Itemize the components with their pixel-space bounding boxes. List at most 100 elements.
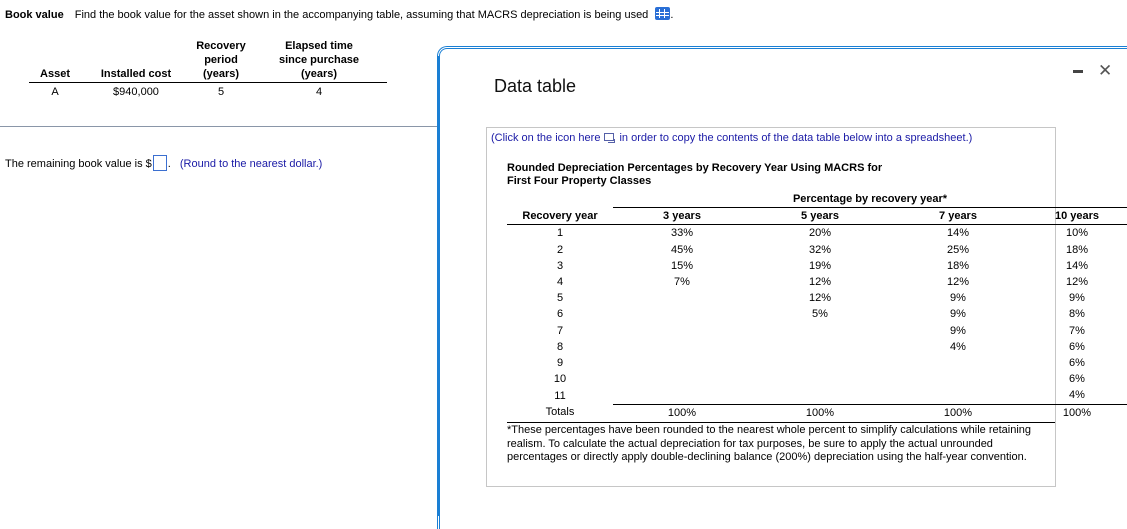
cell-percentage: 45% bbox=[670, 243, 694, 256]
copy-note-before: (Click on the icon here bbox=[491, 132, 601, 144]
copy-to-spreadsheet-icon[interactable] bbox=[604, 133, 616, 143]
question-prompt: Find the book value for the asset shown … bbox=[74, 9, 649, 21]
cell-percentage: 12% bbox=[1065, 276, 1089, 289]
cell-percentage: 10% bbox=[1065, 227, 1089, 240]
header-line: (years) bbox=[202, 68, 240, 80]
cell-percentage: 4% bbox=[1069, 389, 1085, 402]
cell-percentage: 32% bbox=[808, 243, 832, 256]
popup-scrollbar[interactable] bbox=[437, 56, 439, 516]
cell-percentage: 18% bbox=[1065, 243, 1089, 256]
footnote: *These percentages have been rounded to … bbox=[507, 422, 1055, 465]
cell-recovery-period: 5 bbox=[217, 86, 225, 98]
cell-percentage bbox=[889, 371, 1027, 387]
table-row: 7 9% 7% bbox=[507, 323, 1127, 339]
header-3-years: 3 years bbox=[613, 207, 751, 226]
cell-percentage: 7% bbox=[1069, 324, 1085, 337]
answer-prefix: The remaining book value is $ bbox=[5, 158, 152, 170]
table-row: 4 7% 12% 12% 12% bbox=[507, 274, 1127, 290]
cell-recovery-year: 2 bbox=[556, 243, 564, 256]
table-row: 2 45% 32% 25% 18% bbox=[507, 242, 1127, 258]
header-line: Elapsed time bbox=[285, 40, 353, 52]
table-row: 1 33% 20% 14% 10% bbox=[507, 225, 1127, 242]
cell-percentage bbox=[613, 355, 751, 371]
cell-percentage: 20% bbox=[808, 227, 832, 240]
table-row: 3 15% 19% 18% 14% bbox=[507, 258, 1127, 274]
cell-percentage bbox=[751, 339, 889, 355]
cell-percentage: 18% bbox=[946, 259, 970, 272]
table-row: 8 4% 6% bbox=[507, 339, 1127, 355]
cell-percentage: 25% bbox=[946, 243, 970, 256]
cell-percentage bbox=[613, 306, 751, 322]
table-row: 6 5% 9% 8% bbox=[507, 306, 1127, 322]
cell-recovery-year: 7 bbox=[556, 324, 564, 337]
table-row: 9 6% bbox=[507, 355, 1127, 371]
cell-recovery-year: 10 bbox=[553, 373, 567, 386]
prompt-period: . bbox=[670, 9, 674, 21]
total-7-years: 100% bbox=[889, 403, 1027, 421]
cell-percentage: 12% bbox=[808, 276, 832, 289]
cell-percentage: 12% bbox=[946, 276, 970, 289]
totals-row: Totals 100% 100% 100% 100% bbox=[507, 403, 1127, 421]
cell-installed-cost: $940,000 bbox=[113, 86, 159, 98]
header-line: (years) bbox=[300, 68, 338, 80]
cell-percentage: 14% bbox=[1065, 259, 1089, 272]
percentage-span-header: Percentage by recovery year* bbox=[613, 191, 1127, 209]
cell-elapsed-time: 4 bbox=[315, 86, 323, 98]
table-row: A $940,000 5 4 bbox=[29, 83, 387, 100]
macrs-table: Percentage by recovery year* Recovery ye… bbox=[507, 191, 1127, 421]
cell-percentage bbox=[613, 339, 751, 355]
cell-percentage: 9% bbox=[1069, 292, 1085, 305]
header-line: Recovery bbox=[196, 40, 246, 52]
cell-percentage: 14% bbox=[946, 227, 970, 240]
cell-percentage bbox=[613, 323, 751, 339]
header-installed-cost: Installed cost bbox=[100, 68, 172, 80]
book-value-input[interactable] bbox=[152, 155, 167, 171]
cell-recovery-year: 8 bbox=[556, 340, 564, 353]
answer-line: The remaining book value is $. (Round to… bbox=[5, 155, 322, 171]
cell-recovery-year: 9 bbox=[556, 357, 564, 370]
title-line-1: Rounded Depreciation Percentages by Reco… bbox=[507, 162, 883, 174]
cell-percentage: 9% bbox=[950, 308, 966, 321]
header-elapsed-time: Elapsed time since purchase (years) bbox=[251, 39, 387, 83]
header-asset: Asset bbox=[40, 68, 70, 80]
cell-recovery-year: 1 bbox=[556, 227, 564, 240]
header-5-years: 5 years bbox=[751, 207, 889, 226]
header-7-years: 7 years bbox=[889, 207, 1027, 226]
close-icon[interactable]: ✕ bbox=[1098, 62, 1112, 79]
minimize-icon[interactable] bbox=[1073, 70, 1083, 73]
header-line: since purchase bbox=[278, 54, 360, 66]
cell-percentage: 7% bbox=[674, 276, 690, 289]
title-line-2: First Four Property Classes bbox=[507, 175, 652, 187]
macrs-table-title: Rounded Depreciation Percentages by Reco… bbox=[507, 162, 882, 188]
header-recovery-year: Recovery year bbox=[507, 207, 613, 226]
cell-percentage bbox=[751, 355, 889, 371]
cell-percentage: 6% bbox=[1069, 373, 1085, 386]
section-divider bbox=[0, 126, 437, 127]
asset-table: Asset Installed cost Recovery period (ye… bbox=[29, 39, 387, 99]
header-recovery-period: Recovery period (years) bbox=[191, 39, 251, 83]
cell-percentage bbox=[889, 387, 1027, 404]
cell-asset: A bbox=[51, 86, 59, 98]
table-row: 10 6% bbox=[507, 371, 1127, 387]
cell-recovery-year: 5 bbox=[556, 292, 564, 305]
question-title: Book value bbox=[5, 9, 64, 21]
cell-percentage bbox=[751, 387, 889, 404]
cell-recovery-year: 4 bbox=[556, 276, 564, 289]
cell-percentage bbox=[613, 387, 751, 404]
cell-recovery-year: 6 bbox=[556, 308, 564, 321]
cell-percentage: 15% bbox=[670, 259, 694, 272]
cell-percentage bbox=[751, 371, 889, 387]
spacer bbox=[507, 191, 613, 208]
rounding-hint: (Round to the nearest dollar.) bbox=[179, 158, 323, 170]
header-10-years: 10 years bbox=[1027, 207, 1127, 226]
totals-label: Totals bbox=[545, 406, 575, 419]
table-row: 11 4% bbox=[507, 387, 1127, 404]
cell-percentage: 33% bbox=[670, 227, 694, 240]
spreadsheet-grid-icon[interactable] bbox=[655, 7, 671, 20]
cell-recovery-year: 11 bbox=[554, 389, 566, 402]
cell-percentage bbox=[889, 355, 1027, 371]
cell-percentage: 6% bbox=[1069, 340, 1085, 353]
cell-percentage: 9% bbox=[950, 324, 966, 337]
cell-percentage bbox=[751, 323, 889, 339]
cell-percentage bbox=[613, 290, 751, 306]
